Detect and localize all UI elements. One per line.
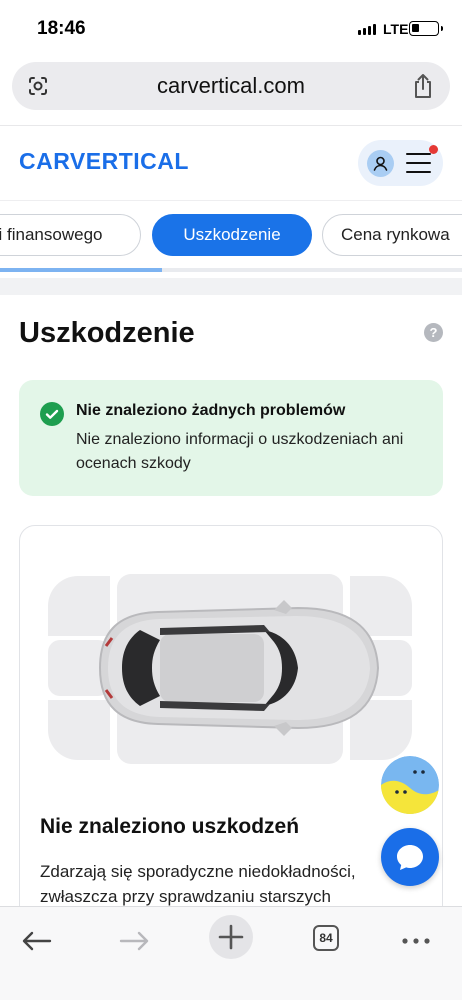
status-time: 18:46 xyxy=(37,18,86,39)
url-text[interactable]: carvertical.com xyxy=(12,73,450,99)
signal-icon xyxy=(358,24,376,35)
address-bar[interactable]: carvertical.com xyxy=(12,62,450,110)
zone-front-right xyxy=(48,700,110,760)
hamburger-icon[interactable] xyxy=(406,153,431,173)
share-icon[interactable] xyxy=(412,73,434,99)
tab-scroll-track xyxy=(0,268,462,272)
tab-uszkodzenie[interactable]: Uszkodzenie xyxy=(152,214,312,256)
no-problems-card: Nie znaleziono żadnych problemów Nie zna… xyxy=(19,380,443,496)
chat-bubble-icon[interactable] xyxy=(381,828,439,886)
tabs-count-button[interactable]: 84 xyxy=(313,925,339,951)
damage-description: Zdarzają się sporadyczne niedokładności,… xyxy=(40,862,356,906)
browser-toolbar: 84 xyxy=(0,906,462,1000)
damage-card: Nie znaleziono uszkodzeń Zdarzają się sp… xyxy=(19,525,443,945)
notification-dot xyxy=(429,145,438,154)
section-divider xyxy=(0,278,462,295)
section-title: Uszkodzenie xyxy=(19,317,195,349)
bot-avatar-icon[interactable] xyxy=(381,756,439,814)
forward-arrow-icon[interactable] xyxy=(112,919,156,963)
site-header: CARVERTICAL xyxy=(0,125,462,201)
status-bar: 18:46 LTE xyxy=(0,0,462,58)
user-icon[interactable] xyxy=(367,150,394,177)
car-damage-diagram xyxy=(48,574,412,764)
zone-front-left xyxy=(48,576,110,636)
tab-cena-rynkowa[interactable]: Cena rynkowa xyxy=(322,214,462,256)
report-tabs: i finansowego Uszkodzenie Cena rynkowa xyxy=(0,214,462,258)
tab-scroll-indicator xyxy=(0,268,162,272)
account-menu-pill[interactable] xyxy=(358,140,443,186)
damage-title: Nie znaleziono uszkodzeń xyxy=(40,815,300,838)
more-icon[interactable] xyxy=(394,919,438,963)
carvertical-logo[interactable]: CARVERTICAL xyxy=(19,148,189,175)
check-circle-icon xyxy=(40,402,64,426)
back-arrow-icon[interactable] xyxy=(15,919,59,963)
status-description: Nie znaleziono informacji o uszkodzeniac… xyxy=(76,431,404,472)
battery-icon xyxy=(409,21,443,36)
new-tab-button[interactable] xyxy=(209,915,253,959)
status-headline: Nie znaleziono żadnych problemów xyxy=(76,402,346,419)
tab-finansowego[interactable]: i finansowego xyxy=(0,214,141,256)
car-topview xyxy=(98,600,380,736)
network-type: LTE xyxy=(383,21,409,37)
plus-icon xyxy=(218,924,244,950)
help-icon[interactable]: ? xyxy=(424,323,443,342)
